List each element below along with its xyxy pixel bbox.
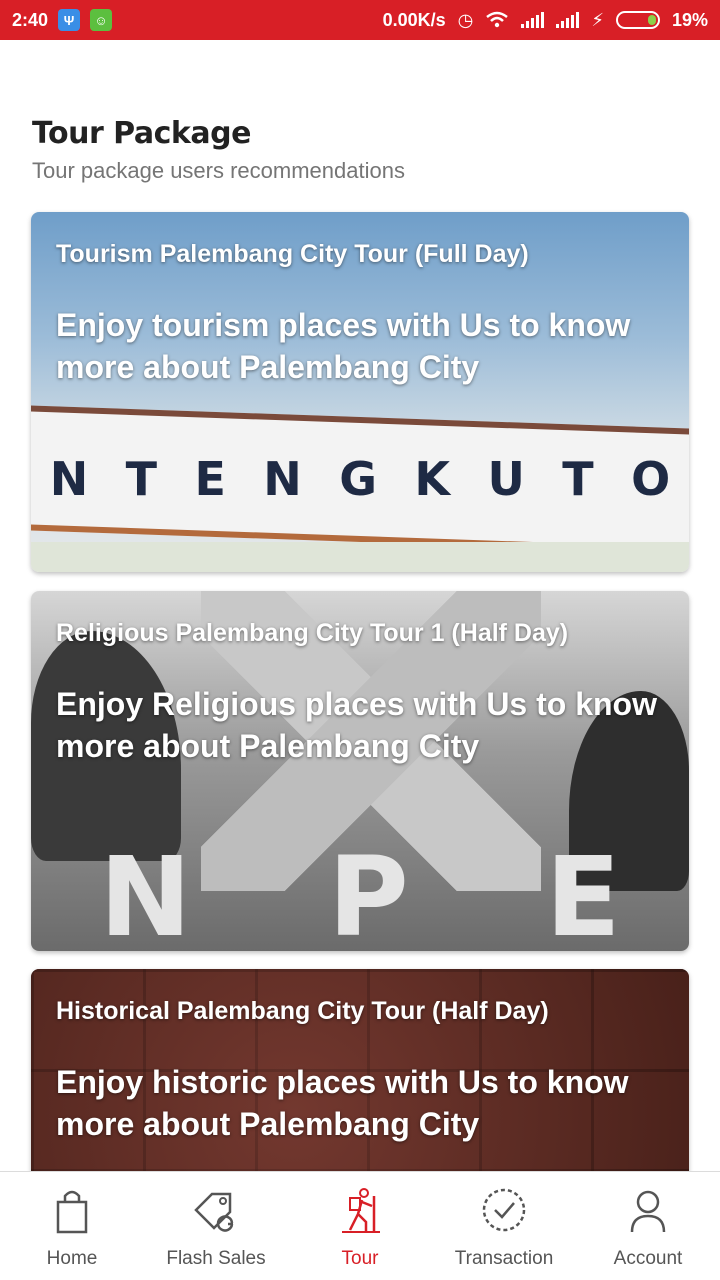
- battery-icon: [615, 11, 660, 29]
- check-circle-icon: [482, 1188, 526, 1232]
- signal-icon: [556, 12, 580, 28]
- card-title: Tourism Palembang City Tour (Full Day): [56, 240, 529, 268]
- card-description: Enjoy Religious places with Us to know m…: [56, 686, 657, 764]
- nav-label: Home: [46, 1248, 98, 1269]
- network-speed: 0.00K/s: [382, 9, 446, 30]
- android-icon: ☺: [90, 9, 113, 31]
- card-description: Enjoy tourism places with Us to know mor…: [56, 307, 631, 385]
- tag-icon: [194, 1192, 234, 1232]
- card-title: Historical Palembang City Tour (Half Day…: [56, 997, 549, 1025]
- page-title: Tour Package: [32, 116, 251, 151]
- nav-label: Flash Sales: [166, 1248, 266, 1269]
- bottom-nav: Home Flash Sales Tour Transaction Accoun…: [0, 1171, 720, 1280]
- nav-label: Tour: [341, 1248, 379, 1269]
- battery-percent: 19%: [671, 9, 708, 30]
- nav-item-home[interactable]: Home: [0, 1172, 144, 1280]
- wifi-icon: [486, 11, 509, 28]
- nav-item-flash-sales[interactable]: Flash Sales: [144, 1172, 288, 1280]
- page-subtitle: Tour package users recommendations: [32, 158, 405, 183]
- status-bar: 2:40 Ψ ☺ 0.00K/s ◷ ⚡ 19%: [0, 0, 720, 40]
- wall-letters: N T E N G K U T O: [49, 452, 671, 506]
- status-time: 2:40: [12, 9, 49, 30]
- tour-card-tourism[interactable]: N T E N G K U T O Tourism Palembang City…: [31, 212, 689, 572]
- shopping-bag-icon: [56, 1190, 88, 1234]
- tour-card-religious[interactable]: N P E Religious Palembang City Tour 1 (H…: [31, 591, 689, 951]
- alarm-icon: ◷: [457, 9, 474, 30]
- card-title: Religious Palembang City Tour 1 (Half Da…: [56, 619, 569, 647]
- nav-label: Transaction: [454, 1248, 554, 1269]
- card-description: Enjoy historic places with Us to know mo…: [56, 1064, 629, 1142]
- nav-item-account[interactable]: Account: [576, 1172, 720, 1280]
- signal-icon: [521, 12, 545, 28]
- user-icon: [630, 1190, 666, 1233]
- charging-icon: ⚡: [591, 9, 604, 30]
- nav-item-tour[interactable]: Tour: [288, 1172, 432, 1280]
- hiker-icon: [342, 1188, 380, 1233]
- monument-letters: N P E: [99, 833, 621, 951]
- nav-label: Account: [613, 1248, 683, 1269]
- usb-icon: Ψ: [58, 9, 81, 31]
- nav-item-transaction[interactable]: Transaction: [432, 1172, 576, 1280]
